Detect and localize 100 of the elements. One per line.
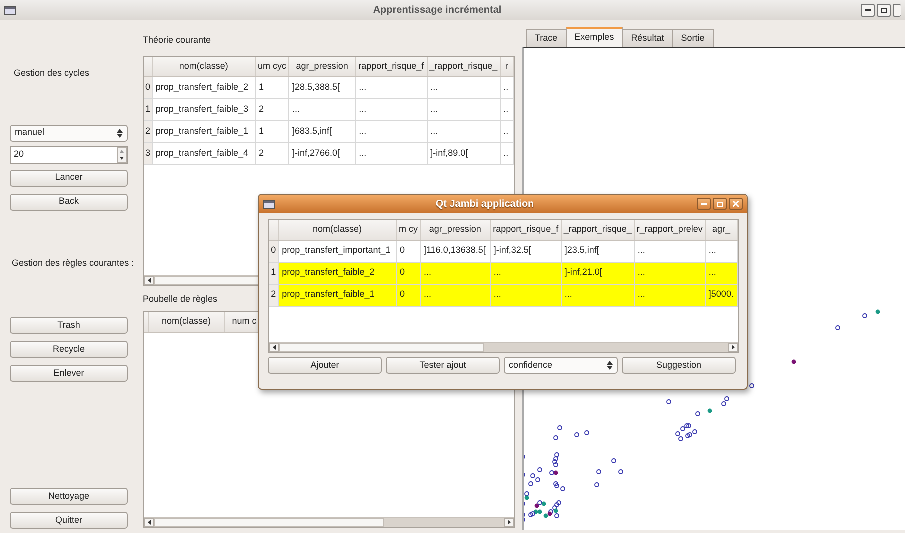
maximize-icon [881,8,887,12]
table-cell: prop_transfert_faible_1 [152,120,256,142]
table-cell: ... [634,262,706,284]
right-arrow-icon [732,345,734,350]
table-cell: ]116.0,13638.5[ [420,240,490,262]
table-cell: ... [356,142,428,164]
updown-arrows-icon [607,361,613,370]
table-cell: ]-inf,32.5[ [490,240,562,262]
window-icon [263,200,275,208]
push-button[interactable]: Back [10,194,128,210]
column-header[interactable]: agr_pression [288,56,356,76]
left-arrow-icon [148,520,150,525]
section-label: Gestion des règles courantes : [12,256,136,270]
table-cell: .. [500,98,514,120]
table-cell: prop_transfert_faible_2 [278,262,396,284]
table-cell: prop_transfert_faible_3 [152,98,256,120]
column-header[interactable]: nom(classe) [148,312,224,332]
table-cell: 0 [396,262,420,284]
minimize-button[interactable] [861,4,875,16]
table-cell: 2 [255,142,289,164]
table-cell: ... [356,76,428,98]
table-cell: ... [490,262,562,284]
maximize-button[interactable] [877,4,891,16]
column-header[interactable]: _rapport_risque_ [427,56,500,76]
minimize-button[interactable] [697,198,711,210]
table-cell: ]-inf,89.0[ [427,142,500,164]
push-button[interactable]: Quitter [10,512,128,529]
table-cell: prop_transfert_important_1 [278,240,396,262]
left-arrow-icon [148,278,150,282]
close-icon [733,201,739,207]
table-cell: ]23.5,inf[ [561,240,634,262]
tab[interactable]: Résultat [622,29,674,47]
push-button[interactable]: Trash [10,317,128,334]
table-cell: ... [427,120,500,142]
close-button[interactable] [729,198,743,210]
column-header[interactable]: _rapport_risque_ [561,220,634,240]
table-cell: ... [490,284,562,306]
maximize-button[interactable] [713,198,727,210]
row-number: 2 [269,284,279,306]
table-cell: ... [356,120,428,142]
column-header[interactable]: nom(classe) [278,220,396,240]
window-icon [4,6,16,14]
row-number: 3 [144,142,152,164]
table-cell: .. [500,142,514,164]
updown-arrows-icon [117,128,123,138]
table-cell: ... [561,284,634,306]
column-header[interactable]: m cy [396,220,420,240]
table-cell: .. [500,120,514,142]
table-cell: 1 [255,76,289,98]
table-cell: ... [705,240,738,262]
count-spinbox[interactable]: 20 [10,146,128,164]
tab[interactable]: Trace [526,29,567,47]
panel-title: Poubelle de règles [143,292,218,306]
tab[interactable]: Sortie [672,29,714,47]
row-number: 2 [144,120,152,142]
row-number: 1 [269,262,279,284]
tab[interactable]: Exemples [566,27,624,47]
push-button[interactable]: Nettoyage [10,488,128,505]
horizontal-scrollbar[interactable] [144,517,514,527]
table-cell: 2 [255,98,289,120]
push-button[interactable]: Lancer [10,170,128,186]
table-cell: .. [500,76,514,98]
push-button[interactable]: Tester ajout [386,357,500,374]
table-cell: ]28.5,388.5[ [288,76,356,98]
table-cell: 0 [396,240,420,262]
table-cell: ... [427,98,500,120]
table-cell: ... [420,284,490,306]
column-header[interactable]: r_rapport_prelev [634,220,706,240]
close-button[interactable] [893,4,901,16]
dialog-title: Qt Jambi application [434,198,536,212]
push-button[interactable]: Enlever [10,365,128,382]
minimize-icon [701,203,707,205]
metric-dropdown[interactable]: confidence [504,357,618,374]
column-header[interactable]: rapport_risque_f [356,56,428,76]
push-button[interactable]: Ajouter [268,357,382,374]
column-header[interactable]: agr_ [705,220,738,240]
column-header[interactable]: agr_pression [420,220,490,240]
column-header[interactable]: r [500,56,514,76]
right-arrow-icon [508,520,510,525]
column-header[interactable]: um cyc [255,56,289,76]
table-row[interactable]: 1 prop_transfert_faible_2 0 ... ... ]-inf,21.0[ ... ... [269,262,738,284]
table-cell: ... [634,284,706,306]
mode-dropdown[interactable]: manuel [10,124,128,142]
column-header[interactable]: nom(classe) [152,56,256,76]
row-number: 0 [269,240,279,262]
left-arrow-icon [272,345,276,350]
push-button[interactable]: Suggestion [622,357,736,374]
push-button[interactable]: Recycle [10,341,128,358]
table-cell: prop_transfert_faible_4 [152,142,256,164]
table-row[interactable]: 0 prop_transfert_important_1 0 ]116.0,13638.5[ ]-inf,32.5[ ]23.5,inf[ ... ... [269,240,738,262]
column-header[interactable]: rapport_risque_f [490,220,562,240]
table-cell: 0 [396,284,420,306]
table-cell: ... [705,262,738,284]
table-cell: 1 [255,120,289,142]
horizontal-scrollbar[interactable] [269,342,738,352]
table-cell: ]-inf,21.0[ [561,262,634,284]
table-cell: ... [634,240,706,262]
row-number: 1 [144,98,152,120]
window-title: Apprentissage incrémental [372,4,503,18]
table-row[interactable]: 2 prop_transfert_faible_1 0 ... ... ... ... ]5000. [269,284,738,306]
